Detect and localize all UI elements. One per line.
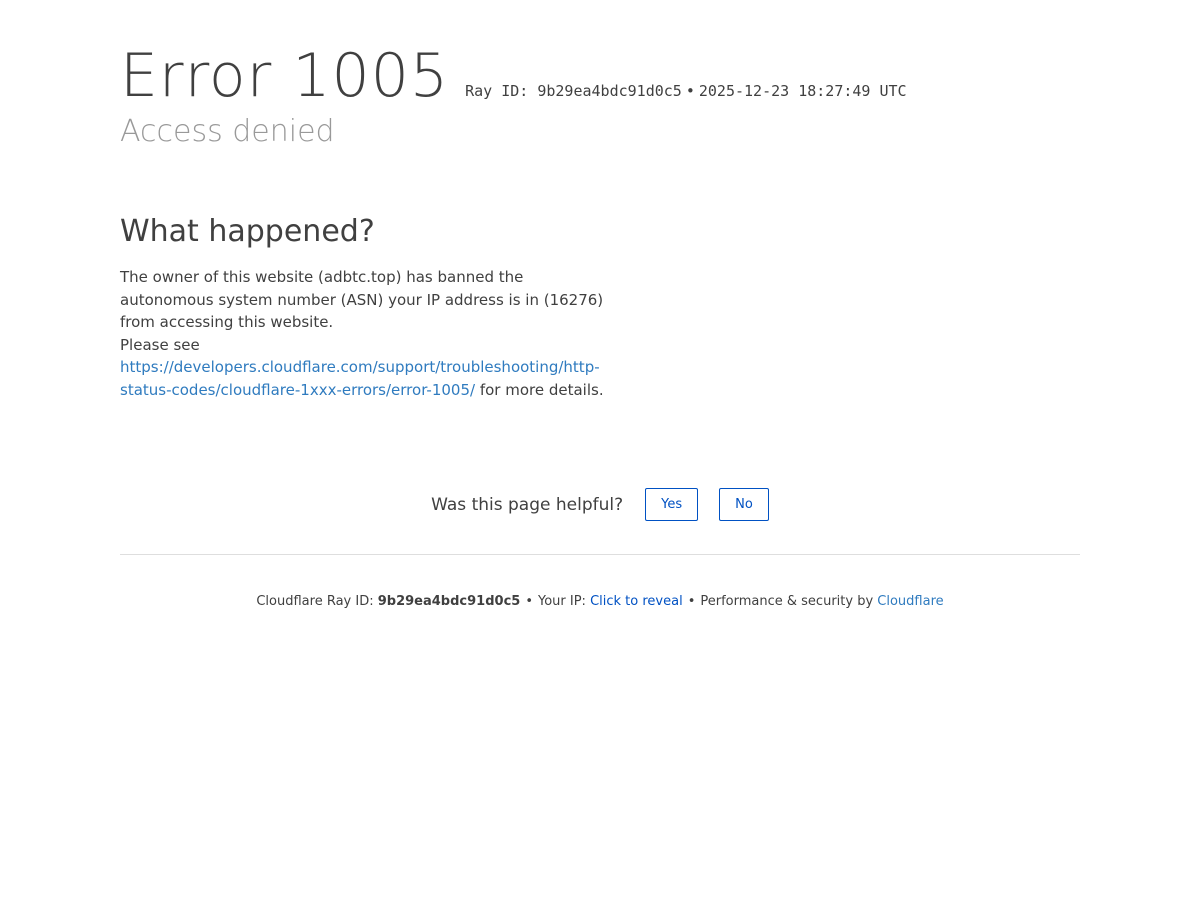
- section-heading: What happened?: [120, 214, 375, 249]
- explanation-paragraph: The owner of this website (adbtc.top) ha…: [120, 268, 604, 331]
- cloudflare-link[interactable]: Cloudflare: [877, 594, 943, 609]
- footer-separator: •: [525, 594, 533, 609]
- error-timestamp: 2025-12-23 18:27:49 UTC: [698, 82, 907, 100]
- title-row: Error 1005 Ray ID: 9b29ea4bdc91d0c5 • 2025…: [120, 40, 1080, 112]
- footer-divider: [120, 554, 1080, 555]
- please-see-text: Please see: [120, 335, 200, 354]
- error-title: Error 1005: [120, 41, 450, 111]
- feedback-question: Was this page helpful?: [431, 494, 624, 515]
- for-more-details-text: for more details.: [475, 380, 604, 399]
- ray-meta-separator: •: [685, 82, 695, 100]
- feedback-bar: Was this page helpful? Yes No: [0, 488, 1200, 521]
- footer-separator: •: [687, 594, 696, 609]
- footer-ray-id: 9b29ea4bdc91d0c5: [377, 594, 521, 609]
- error-subtitle: Access denied: [120, 114, 335, 149]
- footer-ip-label: Your IP:: [538, 594, 591, 609]
- explanation-text: The owner of this website (adbtc.top) ha…: [120, 266, 610, 401]
- ray-meta: Ray ID: 9b29ea4bdc91d0c5 • 2025-12-23 18:2…: [465, 82, 907, 100]
- feedback-yes-button[interactable]: Yes: [645, 488, 699, 521]
- footer-perf-label: Performance & security by: [700, 594, 878, 609]
- reveal-ip-link[interactable]: Click to reveal: [590, 594, 683, 609]
- ray-id-label: Ray ID: 9b29ea4bdc91d0c5: [465, 82, 682, 100]
- footer-ray-label: Cloudflare Ray ID:: [256, 594, 378, 609]
- footer: Cloudflare Ray ID: 9b29ea4bdc91d0c5 • Your…: [0, 592, 1200, 612]
- what-happened-section: What happened? The owner of this website…: [120, 210, 610, 401]
- feedback-no-button[interactable]: No: [719, 488, 769, 521]
- error-page: Error 1005 Ray ID: 9b29ea4bdc91d0c5 • 2025…: [0, 0, 1200, 900]
- error-header: Error 1005 Ray ID: 9b29ea4bdc91d0c5 • 2025…: [120, 40, 1080, 150]
